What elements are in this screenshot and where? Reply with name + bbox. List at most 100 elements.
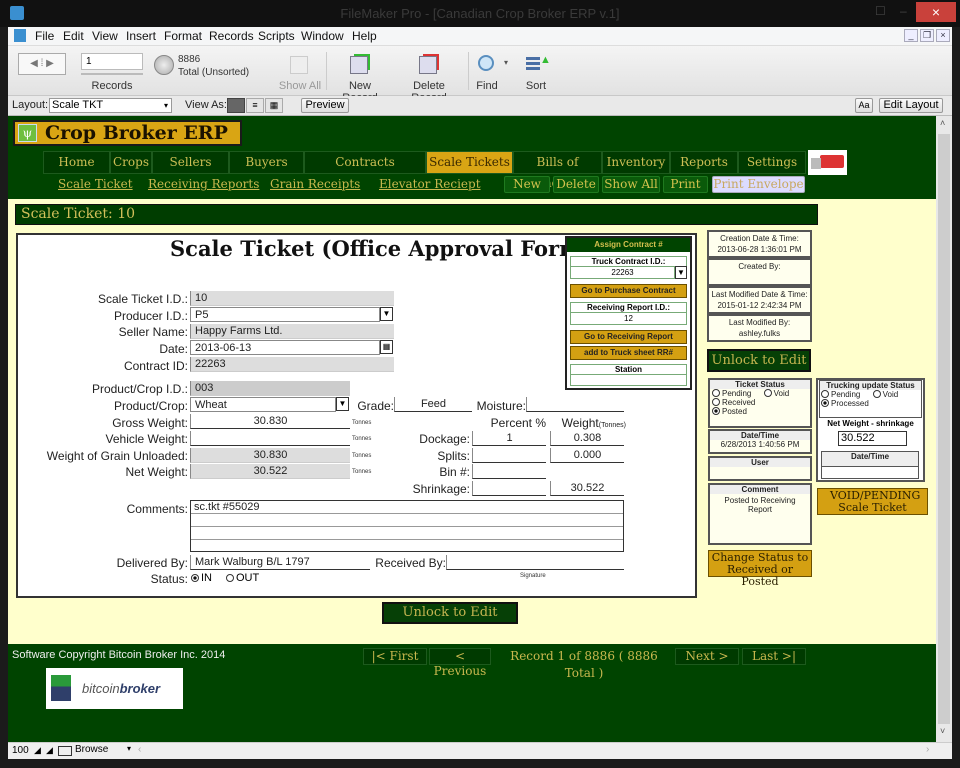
window-minimize-button[interactable]: – [900,4,907,18]
calendar-icon[interactable]: ▦ [380,340,393,354]
record-slider[interactable] [81,73,143,75]
menu-format[interactable]: Format [164,29,202,43]
void-pending-button[interactable]: VOID/PENDING Scale Ticket [817,488,928,515]
font-size-button[interactable]: Aa [855,98,873,113]
vertical-scrollbar[interactable]: ˄ ˅ [936,116,952,742]
last-record-button[interactable]: Last >| [742,648,806,665]
book-navigator[interactable]: ◀ ⁞ ▶ [18,53,66,75]
tab-scale-tickets[interactable]: Scale Tickets [426,151,513,174]
zoom-in-icon[interactable]: ◢ [46,745,53,756]
truck-contract-dropdown[interactable]: 22263 [570,266,675,279]
menu-edit[interactable]: Edit [63,29,84,43]
seller-name-field[interactable]: Happy Farms Ltd. [190,324,394,339]
tab-home[interactable]: Home [43,151,110,174]
shrinkage-weight-field[interactable]: 30.522 [550,481,624,496]
vehicle-weight-field[interactable] [190,431,350,446]
contract-id-field[interactable]: 22263 [190,357,394,372]
product-dropdown-arrow-icon[interactable]: ▼ [336,397,349,411]
sublink-scale-ticket[interactable]: Scale Ticket [58,177,133,191]
find-dropdown-arrow[interactable]: ▾ [504,58,508,67]
previous-record-button[interactable]: < Previous [429,648,491,678]
truck-contract-arrow-icon[interactable]: ▼ [675,266,687,279]
status-out-radio[interactable]: OUT [226,572,259,584]
zoom-out-icon[interactable]: ◢ [34,745,41,756]
ticket-status-pending-radio[interactable]: Pending [712,389,751,398]
tab-inventory[interactable]: Inventory [602,151,670,174]
shrinkage-percent-field[interactable] [472,481,546,496]
received-by-field[interactable] [446,555,624,570]
grain-unloaded-field[interactable]: 30.830 [190,448,350,463]
trucking-pending-radio[interactable]: Pending [821,390,860,399]
view-as-list-button[interactable]: ≡ [246,98,264,113]
tab-sellers[interactable]: Sellers [152,151,229,174]
mdi-minimize-button[interactable]: _ [904,29,918,42]
dockage-weight-field[interactable]: 0.308 [550,431,624,446]
trucking-processed-radio[interactable]: Processed [821,399,869,408]
view-as-table-button[interactable]: ▦ [265,98,283,113]
sublink-receiving-reports[interactable]: Receiving Reports [148,177,259,191]
trucking-void-radio[interactable]: Void [872,390,898,399]
scroll-thumb[interactable] [938,134,950,724]
delete-button[interactable]: Delete [553,176,599,193]
menu-insert[interactable]: Insert [126,29,156,43]
change-status-button[interactable]: Change Status to Received or Posted [708,550,812,588]
toggle-toolbar-icon[interactable] [58,746,72,756]
print-envelope-button[interactable]: Print Envelope [712,176,805,193]
scale-ticket-id-field[interactable]: 10 [190,291,394,306]
add-to-truck-sheet-button[interactable]: add to Truck sheet RR# [570,346,687,360]
print-button[interactable]: Print [663,176,708,193]
delivered-by-field[interactable]: Mark Walburg B/L 1797 [190,555,370,570]
menu-records[interactable]: Records [209,29,254,43]
date-field[interactable]: 2013-06-13 [190,340,380,355]
find-button[interactable]: Find [472,80,502,92]
record-number-input[interactable]: 1 [81,53,143,70]
mode-select[interactable]: Browse ▾ [75,744,133,755]
scroll-down-arrow-icon[interactable]: ˅ [940,726,945,736]
ticket-status-received-radio[interactable]: Received [712,398,755,407]
net-weight-shrinkage-field[interactable]: 30.522 [838,431,907,446]
next-record-button[interactable]: Next > [675,648,739,665]
layout-select[interactable]: Scale TKT ▾ [49,98,172,113]
view-as-form-button[interactable] [227,98,245,113]
tab-buyers[interactable]: Buyers [229,151,304,174]
gross-weight-field[interactable]: 30.830 [190,414,350,429]
menu-file[interactable]: File [35,29,54,43]
show-all-button[interactable]: Show All [278,80,322,92]
status-in-radio[interactable]: IN [191,572,212,584]
menu-window[interactable]: Window [301,29,344,43]
producer-id-dropdown[interactable]: P5 [190,307,380,322]
menu-view[interactable]: View [92,29,118,43]
menu-scripts[interactable]: Scripts [258,29,295,43]
product-crop-id-field[interactable]: 003 [190,381,350,396]
unlock-to-edit-side-button[interactable]: Unlock to Edit [707,349,811,372]
unlock-to-edit-button[interactable]: Unlock to Edit [382,602,518,624]
splits-weight-field[interactable]: 0.000 [550,448,624,463]
scroll-left-arrow-icon[interactable]: ‹ [138,744,141,755]
show-all-app-button[interactable]: Show All [602,176,660,193]
grade-field[interactable]: Feed [394,397,472,412]
tab-crops[interactable]: Crops [110,151,152,174]
tab-contracts[interactable]: Contracts [304,151,426,174]
sort-button[interactable]: Sort [523,80,549,92]
splits-percent-field[interactable] [472,448,546,463]
truck-icon[interactable] [808,150,847,175]
window-close-button[interactable]: × [916,2,956,22]
ticket-status-void-radio[interactable]: Void [763,389,789,398]
producer-dropdown-arrow-icon[interactable]: ▼ [380,307,393,321]
go-to-purchase-contract-button[interactable]: Go to Purchase Contract [570,284,687,298]
comments-textarea[interactable]: sc.tkt #55029 [190,500,624,552]
first-record-button[interactable]: |< First [363,648,427,665]
product-crop-dropdown[interactable]: Wheat [190,397,336,412]
sublink-elevator-receipt[interactable]: Elevator Reciept [379,177,481,191]
scroll-right-arrow-icon[interactable]: › [926,744,929,755]
mdi-close-button[interactable]: × [936,29,950,42]
dockage-percent-field[interactable]: 1 [472,431,546,446]
zoom-level[interactable]: 100 [12,745,29,756]
menu-help[interactable]: Help [352,29,377,43]
tab-bills-of-lading[interactable]: Bills of Lading [513,151,602,190]
sublink-grain-receipts[interactable]: Grain Receipts [270,177,360,191]
new-button[interactable]: New [504,176,550,193]
station-field[interactable] [570,374,687,386]
mdi-restore-button[interactable]: ❐ [920,29,934,42]
bin-field[interactable] [472,464,546,479]
